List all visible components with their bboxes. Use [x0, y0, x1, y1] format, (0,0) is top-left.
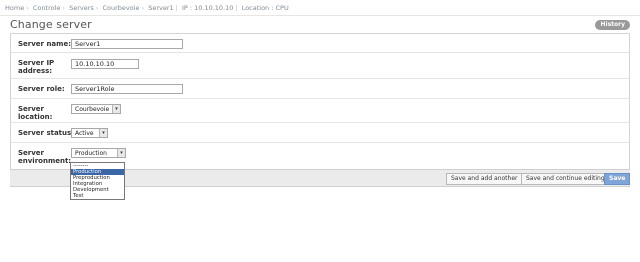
server-status-select[interactable]: Active ▾: [71, 128, 108, 138]
server-form: Server name: Server1 Server IP address: …: [10, 33, 630, 169]
row-server-ip: Server IP address: 10.10.10.10: [11, 53, 629, 79]
row-server-status: Server status: Active ▾: [11, 123, 629, 143]
server-location-value: Courbevoie: [75, 106, 110, 113]
server-role-input[interactable]: Server1Role: [71, 84, 183, 94]
save-and-continue-button[interactable]: Save and continue editing: [521, 173, 610, 185]
server-environment-label: Server environment:: [18, 149, 72, 165]
chevron-down-icon: ▾: [117, 149, 125, 157]
breadcrumb-separator: ›: [62, 4, 65, 12]
row-server-role: Server role: Server1Role: [11, 79, 629, 99]
row-server-location: Server location: Courbevoie ▾: [11, 99, 629, 123]
breadcrumb-cpu: Location : CPU: [241, 4, 289, 12]
breadcrumb-server: Server1: [148, 4, 174, 12]
server-ip-label: Server IP address:: [18, 59, 55, 75]
breadcrumb-servers[interactable]: Servers: [69, 4, 94, 12]
chevron-down-icon: ▾: [99, 129, 107, 137]
server-role-label: Server role:: [18, 85, 65, 93]
environment-dropdown-list: -------- Production Preproduction Integr…: [70, 162, 125, 200]
server-environment-select[interactable]: Production ▾: [71, 148, 126, 158]
server-name-label: Server name:: [18, 40, 71, 48]
breadcrumb-separator: ›: [141, 4, 145, 12]
breadcrumb-ip: IP : 10.10.10.10: [181, 4, 234, 12]
breadcrumb: Home › Controle › Servers › Courbevoie › Ser…: [0, 0, 640, 16]
breadcrumb-separator: ›: [26, 4, 29, 12]
server-location-select[interactable]: Courbevoie ▾: [71, 104, 121, 114]
server-status-value: Active: [75, 130, 94, 137]
breadcrumb-separator: ›: [95, 4, 99, 12]
server-name-input[interactable]: Server1: [71, 39, 183, 49]
server-ip-input[interactable]: 10.10.10.10: [71, 59, 139, 69]
breadcrumb-separator: |: [235, 4, 238, 12]
save-button[interactable]: Save: [604, 173, 631, 185]
server-location-label: Server location:: [18, 105, 53, 121]
history-button[interactable]: History: [595, 20, 630, 30]
breadcrumb-controle[interactable]: Controle: [33, 4, 61, 12]
breadcrumb-separator: |: [175, 4, 178, 12]
breadcrumb-home[interactable]: Home: [5, 4, 24, 12]
server-status-label: Server status:: [18, 129, 74, 137]
save-and-add-another-button[interactable]: Save and add another: [446, 173, 523, 185]
page-title: Change server: [10, 18, 92, 31]
breadcrumb-location[interactable]: Courbevoie: [102, 4, 139, 12]
chevron-down-icon: ▾: [112, 105, 120, 113]
server-environment-value: Production: [75, 150, 107, 157]
row-server-name: Server name: Server1: [11, 34, 629, 53]
environment-option[interactable]: Test: [71, 193, 124, 199]
